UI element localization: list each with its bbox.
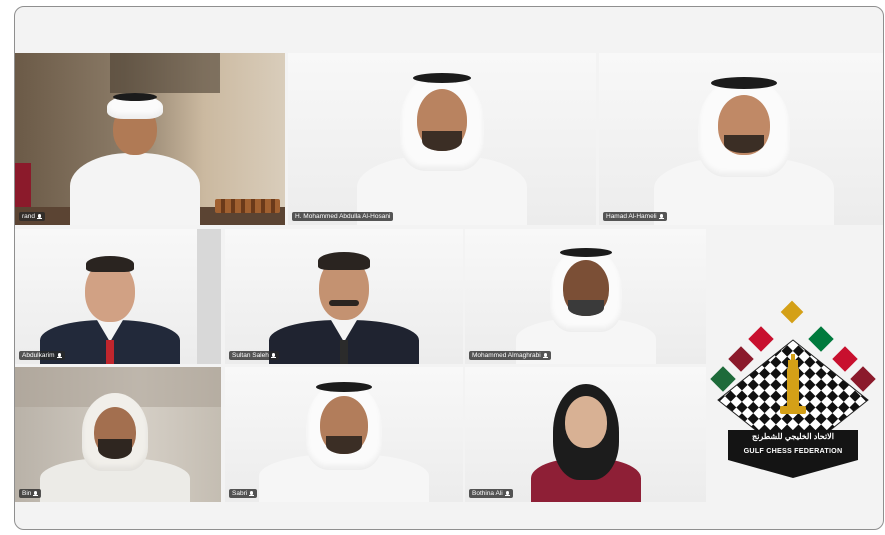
participant-name: Bin	[22, 490, 32, 497]
name-tag: Hamad Al-Hameli	[603, 212, 667, 221]
mic-icon	[249, 490, 255, 497]
participant-name: Mohammed Almaghrabi	[472, 352, 541, 359]
participant-video-sabri	[259, 378, 429, 502]
name-tag: Mohammed Almaghrabi	[469, 351, 551, 360]
participant-video-mohammed-alhosani	[357, 65, 527, 225]
mic-icon	[56, 352, 62, 359]
video-tile-bin[interactable]: Bin	[15, 367, 221, 502]
name-tag: Sultan Saleh	[229, 351, 279, 360]
video-tile-mohammed-alhosani[interactable]: H. Mohammed Abdulla Al-Hosani	[288, 53, 596, 225]
mic-icon	[658, 213, 664, 220]
chess-board-logo-icon	[710, 300, 876, 478]
participant-name: Sultan Saleh	[232, 352, 269, 359]
participant-video-bothina-ali	[521, 378, 651, 502]
participant-video-hamad-alhameli	[654, 65, 834, 225]
video-tile-hamad-alhameli[interactable]: Hamad Al-Hameli	[599, 53, 883, 225]
mic-icon	[542, 352, 548, 359]
participant-name: Hamad Al-Hameli	[606, 213, 657, 220]
logo-arabic-name: الاتحاد الخليجي للشطرنج	[752, 432, 834, 441]
video-tile-sultan-saleh[interactable]: Sultan Saleh	[225, 229, 463, 364]
video-tile-sabri[interactable]: Sabri	[225, 367, 463, 502]
participant-video-mohammed-almaghrabi	[515, 240, 656, 364]
name-tag: Abdulkarim	[19, 351, 65, 360]
video-tile-bothina-ali[interactable]: Bothina Ali	[465, 367, 706, 502]
participant-video-abdulkarim	[40, 244, 180, 364]
name-tag: Bin	[19, 489, 42, 498]
name-tag: H. Mohammed Abdulla Al-Hosani	[292, 212, 394, 221]
mic-icon	[33, 490, 39, 497]
mic-icon	[270, 352, 276, 359]
video-tile-abdulkarim[interactable]: Abdulkarim	[15, 229, 221, 364]
participant-name: Abdulkarim	[22, 352, 55, 359]
participant-name: Bothina Ali	[472, 490, 503, 497]
logo-english-name: GULF CHESS FEDERATION	[743, 446, 843, 455]
video-tile-mohammed-almaghrabi[interactable]: Mohammed Almaghrabi	[465, 229, 706, 364]
name-tag: Bothina Ali	[469, 489, 513, 498]
name-tag: rand	[19, 212, 46, 221]
participant-name: H. Mohammed Abdulla Al-Hosani	[295, 213, 391, 220]
participant-video-rand	[65, 75, 205, 225]
mic-icon	[504, 490, 510, 497]
mic-icon	[37, 213, 43, 220]
name-tag: Sabri	[229, 489, 258, 498]
participant-name: Sabri	[232, 490, 248, 497]
gulf-chess-federation-logo: الاتحاد الخليجي للشطرنج GULF CHESS FEDER…	[708, 300, 878, 490]
participant-name: rand	[22, 213, 36, 220]
participant-video-sultan-saleh	[269, 242, 419, 364]
video-tile-rand[interactable]: rand	[15, 53, 285, 225]
participant-video-bin	[40, 387, 190, 502]
